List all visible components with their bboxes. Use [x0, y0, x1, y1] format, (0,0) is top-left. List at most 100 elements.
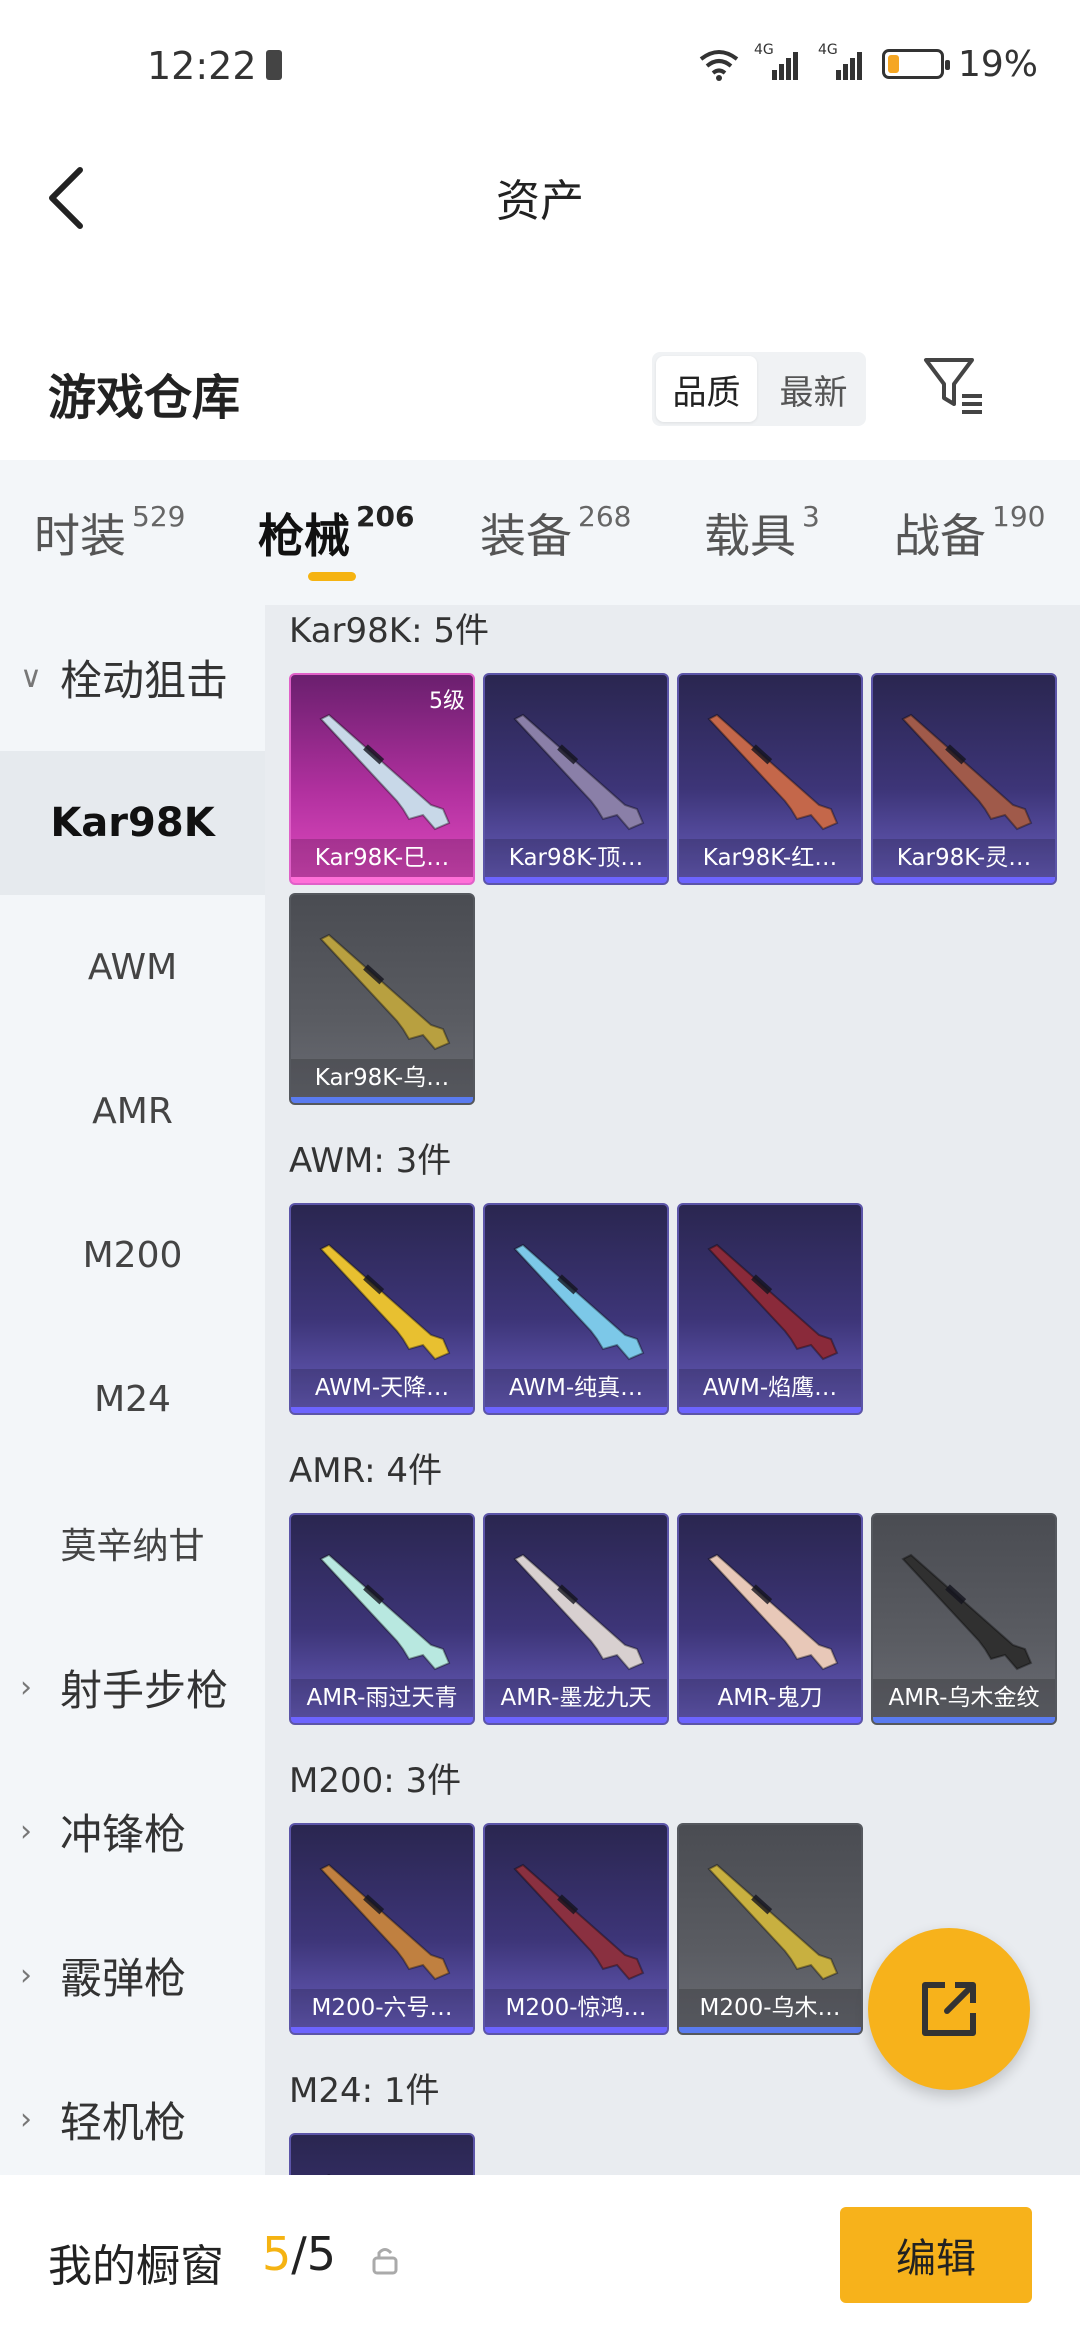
quality-bar: [485, 2027, 667, 2033]
item-card[interactable]: [289, 2133, 475, 2175]
quality-bar: [679, 1717, 861, 1723]
tab-count: 268: [578, 500, 632, 533]
sniper-rifle-icon: [513, 1553, 645, 1671]
sniper-rifle-icon: [319, 1553, 451, 1671]
quality-bar: [873, 877, 1055, 883]
item-card[interactable]: M200-惊鸿…: [483, 1823, 669, 2035]
warehouse-title: 游戏仓库: [48, 370, 241, 426]
showcase-separator: /: [291, 2227, 307, 2281]
item-card[interactable]: Kar98K-红…: [677, 673, 863, 885]
item-name: AWM-天降…: [291, 1369, 473, 1407]
sidebar-item-amr[interactable]: AMR: [0, 1039, 265, 1183]
item-name: AMR-雨过天青: [291, 1679, 473, 1717]
group-title: AWM: 3件: [289, 1141, 452, 1181]
sniper-rifle-icon: [513, 1863, 645, 1981]
chevron-right-icon: ›: [20, 2101, 32, 2137]
sidebar-item-label: M200: [82, 1234, 183, 1276]
sidebar-group-lmg[interactable]: › 轻机枪: [0, 2047, 265, 2191]
item-card[interactable]: AWM-天降…: [289, 1203, 475, 1415]
sidebar-item-kar98k[interactable]: Kar98K: [0, 751, 265, 895]
sort-option-quality[interactable]: 品质: [656, 356, 758, 422]
quality-bar: [291, 1407, 473, 1413]
item-card[interactable]: AWM-焰鹰…: [677, 1203, 863, 1415]
item-card[interactable]: AMR-雨过天青: [289, 1513, 475, 1725]
item-name: AMR-墨龙九天: [485, 1679, 667, 1717]
sidebar-item-mosin[interactable]: 莫辛纳甘: [0, 1471, 265, 1615]
item-name: Kar98K-乌…: [291, 1059, 473, 1097]
item-card[interactable]: M200-乌木…: [677, 1823, 863, 2035]
sidebar-group-smg[interactable]: › 冲锋枪: [0, 1759, 265, 1903]
tab-supplies[interactable]: 战备 190: [894, 500, 1045, 566]
item-card[interactable]: AWM-纯真…: [483, 1203, 669, 1415]
quality-bar: [485, 877, 667, 883]
sniper-rifle-icon: [319, 1863, 451, 1981]
sidebar-item-label: AWM: [87, 946, 178, 988]
tab-vehicles[interactable]: 载具 3: [704, 500, 820, 566]
sidebar-item-label: 霰弹枪: [60, 1953, 187, 2003]
tab-fashion[interactable]: 时装 529: [34, 500, 185, 566]
wifi-icon: [699, 50, 739, 81]
sniper-rifle-icon: [319, 933, 451, 1051]
item-name: AMR-鬼刀: [679, 1679, 861, 1717]
quality-bar: [485, 1407, 667, 1413]
quality-bar: [291, 877, 473, 883]
group-title: Kar98K: 5件: [289, 611, 489, 651]
tab-count: 206: [356, 500, 415, 533]
quality-bar: [679, 1407, 861, 1413]
tab-count: 3: [802, 500, 820, 533]
item-card[interactable]: Kar98K-乌…: [289, 893, 475, 1105]
share-icon: [922, 1982, 976, 2036]
sniper-rifle-icon: [707, 1243, 839, 1361]
item-name: AWM-纯真…: [485, 1369, 667, 1407]
sniper-rifle-icon: [707, 1553, 839, 1671]
showcase-total: 5: [306, 2227, 337, 2281]
category-tabs: 时装 529 枪械 206 装备 268 载具 3 战备 190: [0, 460, 1080, 605]
item-card[interactable]: 5级 Kar98K-巳…: [289, 673, 475, 885]
item-card[interactable]: AMR-乌木金纹: [871, 1513, 1057, 1725]
showcase-current: 5: [262, 2227, 292, 2281]
item-name: AMR-乌木金纹: [873, 1679, 1055, 1717]
sidebar-group-marksman[interactable]: › 射手步枪: [0, 1615, 265, 1759]
sidebar-group-bolt-action[interactable]: ∨ 栓动狙击: [0, 605, 265, 749]
item-card[interactable]: Kar98K-灵…: [871, 673, 1057, 885]
sidebar-item-m200[interactable]: M200: [0, 1183, 265, 1327]
item-card[interactable]: M200-六号…: [289, 1823, 475, 2035]
group-title: AMR: 4件: [289, 1451, 443, 1491]
tab-label: 时装: [34, 509, 126, 563]
item-card[interactable]: AMR-墨龙九天: [483, 1513, 669, 1725]
sidebar-item-label: Kar98K: [50, 800, 215, 846]
status-time: 12:22: [147, 44, 257, 88]
quality-bar: [291, 1097, 473, 1103]
item-card[interactable]: AMR-鬼刀: [677, 1513, 863, 1725]
sniper-rifle-icon: [901, 713, 1033, 831]
sort-toggle: 品质 最新: [652, 352, 866, 426]
sidebar: ∨ 栓动狙击 Kar98K AWM AMR M200 M24 莫辛纳甘 › 射手步枪 › 冲锋枪 › 霰弹…: [0, 605, 265, 2175]
tab-label: 战备: [894, 509, 986, 563]
sort-option-newest[interactable]: 最新: [761, 352, 866, 426]
sidebar-item-label: AMR: [92, 1090, 173, 1132]
tab-guns[interactable]: 枪械 206: [258, 500, 414, 566]
tab-label: 枪械: [258, 509, 350, 563]
tab-equipment[interactable]: 装备 268: [480, 500, 631, 566]
item-card[interactable]: Kar98K-顶…: [483, 673, 669, 885]
share-button[interactable]: [868, 1928, 1030, 2090]
status-bar: 12:22 4G 4G 19%: [0, 0, 1080, 130]
item-name: M200-惊鸿…: [485, 1989, 667, 2027]
sidebar-group-shotgun[interactable]: › 霰弹枪: [0, 1903, 265, 2047]
quality-bar: [291, 1717, 473, 1723]
item-name: Kar98K-顶…: [485, 839, 667, 877]
tab-label: 载具: [704, 509, 796, 563]
item-name: Kar98K-灵…: [873, 839, 1055, 877]
item-name: M200-乌木…: [679, 1989, 861, 2027]
quality-bar: [679, 877, 861, 883]
sidebar-item-awm[interactable]: AWM: [0, 895, 265, 1039]
sidebar-item-m24[interactable]: M24: [0, 1327, 265, 1471]
app-header: 资产: [0, 130, 1080, 260]
quality-bar: [485, 1717, 667, 1723]
sidebar-item-label: 栓动狙击: [60, 655, 229, 705]
active-tab-indicator: [308, 572, 356, 581]
filter-icon[interactable]: [920, 352, 990, 422]
signal-icon-1: 4G: [754, 42, 804, 82]
screenshot-lock-icon: [266, 50, 282, 80]
edit-button[interactable]: 编辑: [840, 2207, 1032, 2303]
